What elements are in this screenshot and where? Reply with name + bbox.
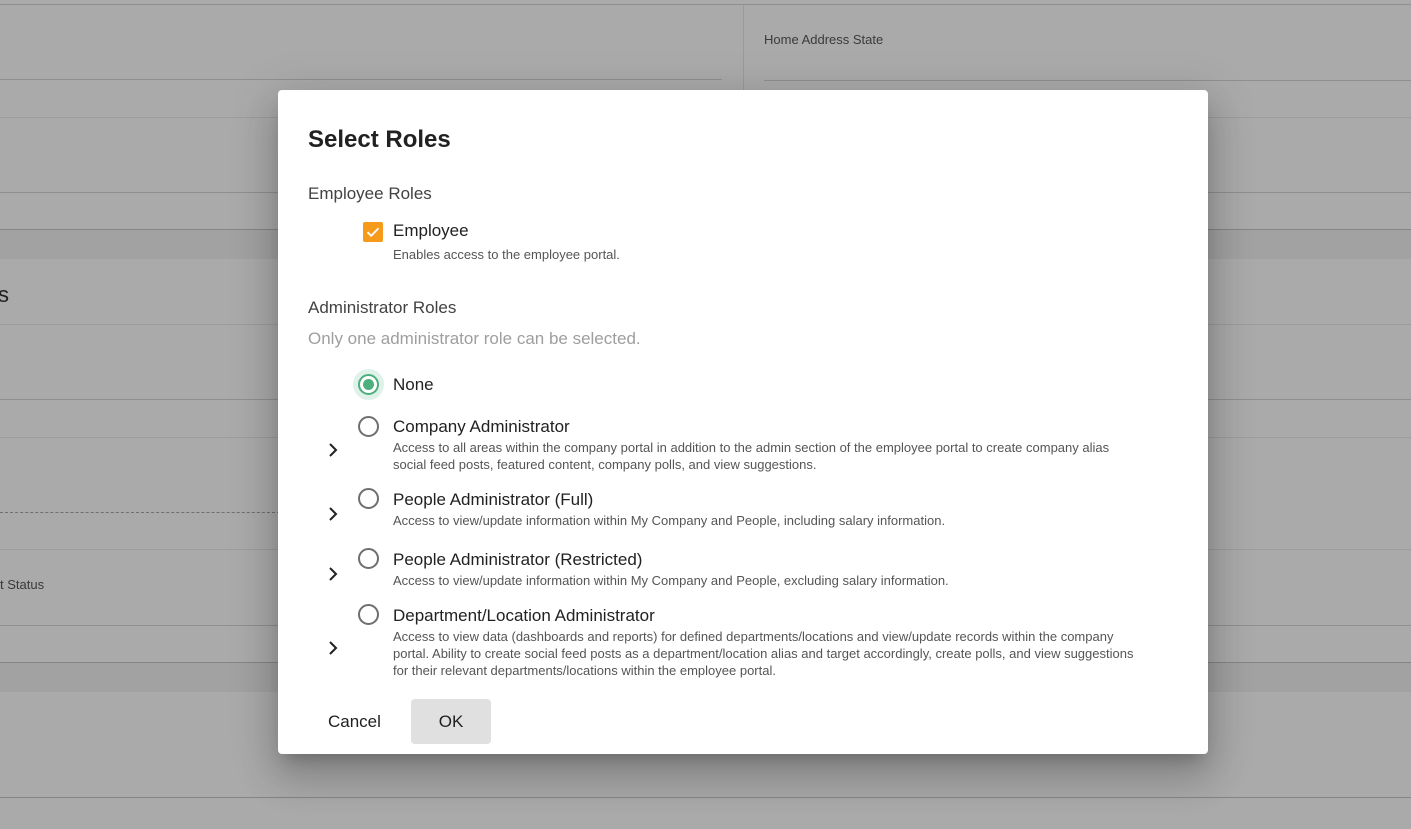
- role-description-company-administrator: Access to all areas within the company p…: [393, 440, 1110, 472]
- chevron-right-icon[interactable]: [326, 564, 340, 584]
- administrator-roles-hint: Only one administrator role can be selec…: [308, 329, 641, 348]
- chevron-right-icon[interactable]: [326, 638, 340, 658]
- administrator-roles-heading: Administrator Roles: [308, 298, 457, 317]
- radio-company-administrator[interactable]: [358, 416, 379, 437]
- employee-role-description: Enables access to the employee portal.: [393, 247, 620, 262]
- chevron-right-icon[interactable]: [326, 504, 340, 524]
- check-icon: [366, 227, 380, 238]
- divider: [0, 4, 1411, 5]
- radio-department-location-administrator[interactable]: [358, 604, 379, 625]
- role-label-people-administrator-restricted[interactable]: People Administrator (Restricted): [393, 550, 642, 570]
- select-roles-dialog: Select Roles Employee Roles Employee Ena…: [278, 90, 1208, 754]
- role-label-people-administrator-full[interactable]: People Administrator (Full): [393, 490, 593, 510]
- role-description-people-administrator-full: Access to view/update information within…: [393, 513, 946, 528]
- radio-people-administrator-restricted[interactable]: [358, 548, 379, 569]
- field-underline-disabled: [0, 512, 280, 513]
- dialog-title: Select Roles: [308, 126, 451, 153]
- employee-role-label[interactable]: Employee: [393, 221, 469, 241]
- radio-people-administrator-full[interactable]: [358, 488, 379, 509]
- role-description-people-administrator-restricted: Access to view/update information within…: [393, 573, 949, 588]
- role-label-department-location-administrator[interactable]: Department/Location Administrator: [393, 606, 655, 626]
- ok-button[interactable]: OK: [411, 699, 491, 744]
- employee-roles-heading: Employee Roles: [308, 184, 432, 203]
- employee-checkbox[interactable]: [363, 222, 383, 242]
- field-underline: [764, 80, 1411, 81]
- role-label-none[interactable]: None: [393, 375, 434, 395]
- divider: [0, 797, 1411, 798]
- section-heading: s: [0, 282, 9, 307]
- field-underline: [0, 79, 722, 80]
- field-label-status: t Status: [0, 577, 45, 592]
- role-label-company-administrator[interactable]: Company Administrator: [393, 417, 570, 437]
- field-label-home-address-state: Home Address State: [764, 32, 884, 47]
- column-divider: [743, 5, 744, 90]
- radio-none[interactable]: [358, 374, 379, 395]
- role-description-department-location-administrator: Access to view data (dashboards and repo…: [393, 629, 1134, 678]
- cancel-button[interactable]: Cancel: [311, 699, 401, 744]
- chevron-right-icon[interactable]: [326, 440, 340, 460]
